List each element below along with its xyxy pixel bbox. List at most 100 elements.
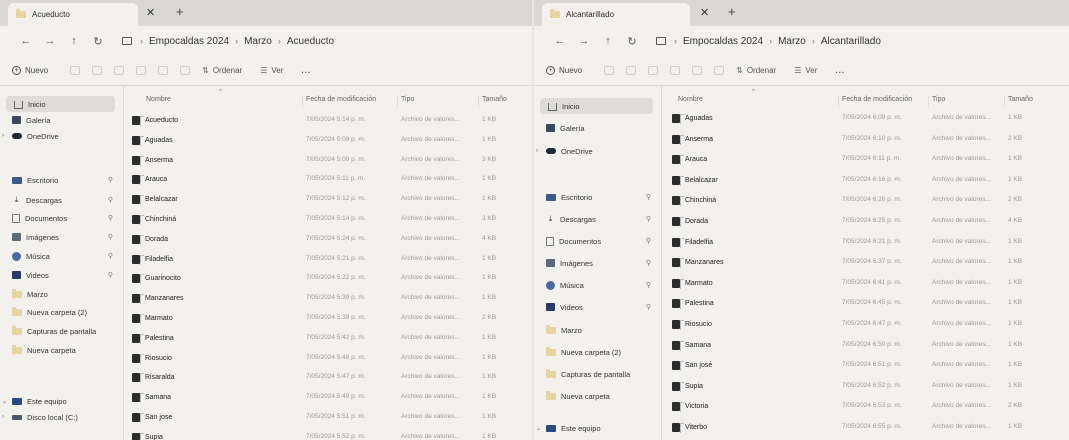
table-row[interactable]: Aguadas 7/05/2024 6:09 p. m. Archivo de va…: [662, 112, 1069, 126]
more-options-button[interactable]: ...: [835, 66, 845, 75]
file-name-cell[interactable]: Supia: [132, 432, 163, 440]
file-name-cell[interactable]: Chinchiná: [672, 196, 716, 207]
sidebar-item-escritorio[interactable]: Escritorio ⚲: [534, 189, 661, 205]
delete-icon[interactable]: [180, 66, 191, 75]
file-name-cell[interactable]: Risaralda: [132, 373, 175, 384]
table-row[interactable]: San josé 7/05/2024 6:51 p. m. Archivo de v…: [662, 359, 1069, 373]
sidebar-item-imagenes[interactable]: Imágenes ⚲: [0, 229, 123, 245]
table-row[interactable]: Guarinocito 7/05/2024 5:22 p. m. Archivo d…: [124, 272, 532, 286]
sidebar-item-marzo[interactable]: Marzo: [534, 322, 661, 338]
sidebar-item-nueva-carpeta-2[interactable]: Nueva carpeta (2): [534, 344, 661, 360]
column-divider[interactable]: [478, 96, 479, 107]
back-icon[interactable]: ←: [548, 35, 572, 47]
file-name-cell[interactable]: Guarinocito: [132, 274, 181, 285]
sidebar-item-onedrive[interactable]: › OneDrive: [0, 128, 123, 144]
sidebar-item-este-equipo[interactable]: ⌄ Este equipo: [0, 393, 123, 409]
refresh-icon[interactable]: ↻: [86, 35, 110, 48]
file-name-cell[interactable]: Victoria: [672, 402, 708, 413]
table-row[interactable]: Marmato 7/05/2024 5:39 p. m. Archivo de va…: [124, 312, 532, 326]
sort-button[interactable]: ⇅ Ordenar: [202, 66, 242, 75]
tab-acueducto[interactable]: Acueducto: [8, 3, 138, 26]
sidebar-item-musica[interactable]: Música ⚲: [534, 277, 661, 293]
cut-icon[interactable]: [604, 66, 615, 75]
new-tab-icon[interactable]: +: [176, 4, 184, 19]
file-name-cell[interactable]: Riosucio: [672, 320, 712, 330]
sidebar-item-inicio[interactable]: Inicio: [540, 98, 653, 114]
sort-button[interactable]: ⇅ Ordenar: [736, 66, 776, 75]
file-name-cell[interactable]: Anserma: [672, 134, 713, 145]
sidebar-item-imagenes[interactable]: Imágenes ⚲: [534, 255, 661, 271]
column-header-date[interactable]: Fecha de modificación: [306, 96, 376, 103]
cut-icon[interactable]: [70, 66, 81, 75]
file-name-cell[interactable]: Samana: [672, 340, 711, 351]
copy-icon[interactable]: [92, 66, 103, 75]
table-row[interactable]: Palestina 7/05/2024 5:42 p. m. Archivo de …: [124, 332, 532, 346]
file-name-cell[interactable]: Aguadas: [132, 135, 173, 146]
column-divider[interactable]: [838, 96, 839, 107]
table-row[interactable]: Manzanares 7/05/2024 5:39 p. m. Archivo de…: [124, 292, 532, 306]
column-header-name[interactable]: Nombre: [678, 96, 703, 103]
table-row[interactable]: Belalcazar 7/05/2024 5:12 p. m. Archivo de…: [124, 193, 532, 207]
table-row[interactable]: Samana 7/05/2024 5:49 p. m. Archivo de val…: [124, 391, 532, 405]
file-name-cell[interactable]: Marmato: [672, 278, 713, 289]
file-name-cell[interactable]: Marmato: [132, 314, 173, 324]
column-header-name[interactable]: Nombre: [146, 96, 171, 103]
rename-icon[interactable]: [670, 66, 681, 75]
table-row[interactable]: Samana 7/05/2024 6:50 p. m. Archivo de val…: [662, 339, 1069, 353]
share-icon[interactable]: [692, 66, 703, 75]
file-name-cell[interactable]: Aguadas: [672, 114, 713, 124]
chevron-right-icon[interactable]: ›: [536, 148, 538, 154]
view-button[interactable]: ☰ Ver: [794, 66, 817, 75]
file-name-cell[interactable]: Palestina: [672, 299, 714, 310]
column-divider[interactable]: [302, 96, 303, 107]
table-row[interactable]: Belalcazar 7/05/2024 6:16 p. m. Archivo de…: [662, 174, 1069, 188]
paste-icon[interactable]: [114, 66, 125, 75]
table-row[interactable]: Chinchiná 7/05/2024 5:14 p. m. Archivo de …: [124, 213, 532, 227]
tab-alcantarillado[interactable]: Alcantarillado: [542, 3, 690, 26]
sidebar-item-galeria[interactable]: Galería: [534, 120, 661, 136]
table-row[interactable]: Dorada 7/05/2024 6:25 p. m. Archivo de val…: [662, 215, 1069, 229]
close-tab-icon[interactable]: ✕: [146, 6, 155, 19]
file-name-cell[interactable]: Samana: [132, 393, 171, 404]
sidebar-item-musica[interactable]: Música ⚲: [0, 248, 123, 264]
file-name-cell[interactable]: Riosucio: [132, 353, 172, 364]
table-row[interactable]: Arauca 7/05/2024 6:11 p. m. Archivo de val…: [662, 153, 1069, 167]
file-name-cell[interactable]: Viterbo: [672, 423, 707, 433]
file-name-cell[interactable]: Belalcazar: [132, 195, 178, 206]
table-row[interactable]: Palestina 7/05/2024 6:45 p. m. Archivo de …: [662, 297, 1069, 311]
table-row[interactable]: Filadelfia 7/05/2024 5:21 p. m. Archivo de…: [124, 253, 532, 267]
table-row[interactable]: Manzanares 7/05/2024 6:37 p. m. Archivo de…: [662, 256, 1069, 270]
sidebar-item-descargas[interactable]: ⤓ Descargas ⚲: [534, 211, 661, 227]
table-row[interactable]: Riosucio 7/05/2024 5:48 p. m. Archivo de v…: [124, 352, 532, 366]
table-row[interactable]: Chinchiná 7/05/2024 6:20 p. m. Archivo de …: [662, 194, 1069, 208]
rename-icon[interactable]: [136, 66, 147, 75]
file-name-cell[interactable]: Supia: [672, 381, 703, 392]
file-name-cell[interactable]: Chinchiná: [132, 215, 176, 225]
sidebar-item-escritorio[interactable]: Escritorio ⚲: [0, 172, 123, 188]
file-name-cell[interactable]: Filadelfia: [132, 254, 173, 265]
table-row[interactable]: Riosucio 7/05/2024 6:47 p. m. Archivo de v…: [662, 318, 1069, 332]
new-button[interactable]: + Nuevo: [546, 66, 582, 75]
breadcrumb-marzo[interactable]: Marzo: [778, 36, 806, 47]
table-row[interactable]: Supia 7/05/2024 5:52 p. m. Archivo de valo…: [124, 431, 532, 440]
breadcrumb-empocaldas[interactable]: Empocaldas 2024: [683, 36, 763, 47]
sidebar-item-este-equipo[interactable]: ⌄ Este equipo: [534, 420, 661, 436]
file-name-cell[interactable]: Arauca: [672, 155, 707, 166]
breadcrumb-empocaldas[interactable]: Empocaldas 2024: [149, 36, 229, 47]
table-row[interactable]: Anserma 7/05/2024 6:10 p. m. Archivo de va…: [662, 133, 1069, 147]
column-divider[interactable]: [928, 96, 929, 107]
sidebar-item-descargas[interactable]: ⤓ Descargas ⚲: [0, 192, 123, 208]
sidebar-item-disco-local-c[interactable]: › Disco local (C:): [0, 409, 123, 425]
sidebar-item-videos[interactable]: Videos ⚲: [0, 267, 123, 283]
sidebar-item-documentos[interactable]: Documentos ⚲: [0, 210, 123, 226]
sidebar-item-nueva-carpeta[interactable]: Nueva carpeta: [534, 388, 661, 404]
chevron-down-icon[interactable]: ⌄: [536, 425, 541, 432]
breadcrumb-current[interactable]: Acueducto: [287, 36, 334, 47]
column-divider[interactable]: [397, 96, 398, 107]
copy-icon[interactable]: [626, 66, 637, 75]
table-row[interactable]: Filadelfia 7/05/2024 6:21 p. m. Archivo de…: [662, 236, 1069, 250]
file-name-cell[interactable]: Manzanares: [132, 294, 184, 305]
sidebar-item-capturas-de-pantalla[interactable]: Capturas de pantalla: [534, 366, 661, 382]
close-tab-icon[interactable]: ✕: [700, 6, 709, 19]
chevron-right-icon[interactable]: ›: [2, 414, 4, 420]
